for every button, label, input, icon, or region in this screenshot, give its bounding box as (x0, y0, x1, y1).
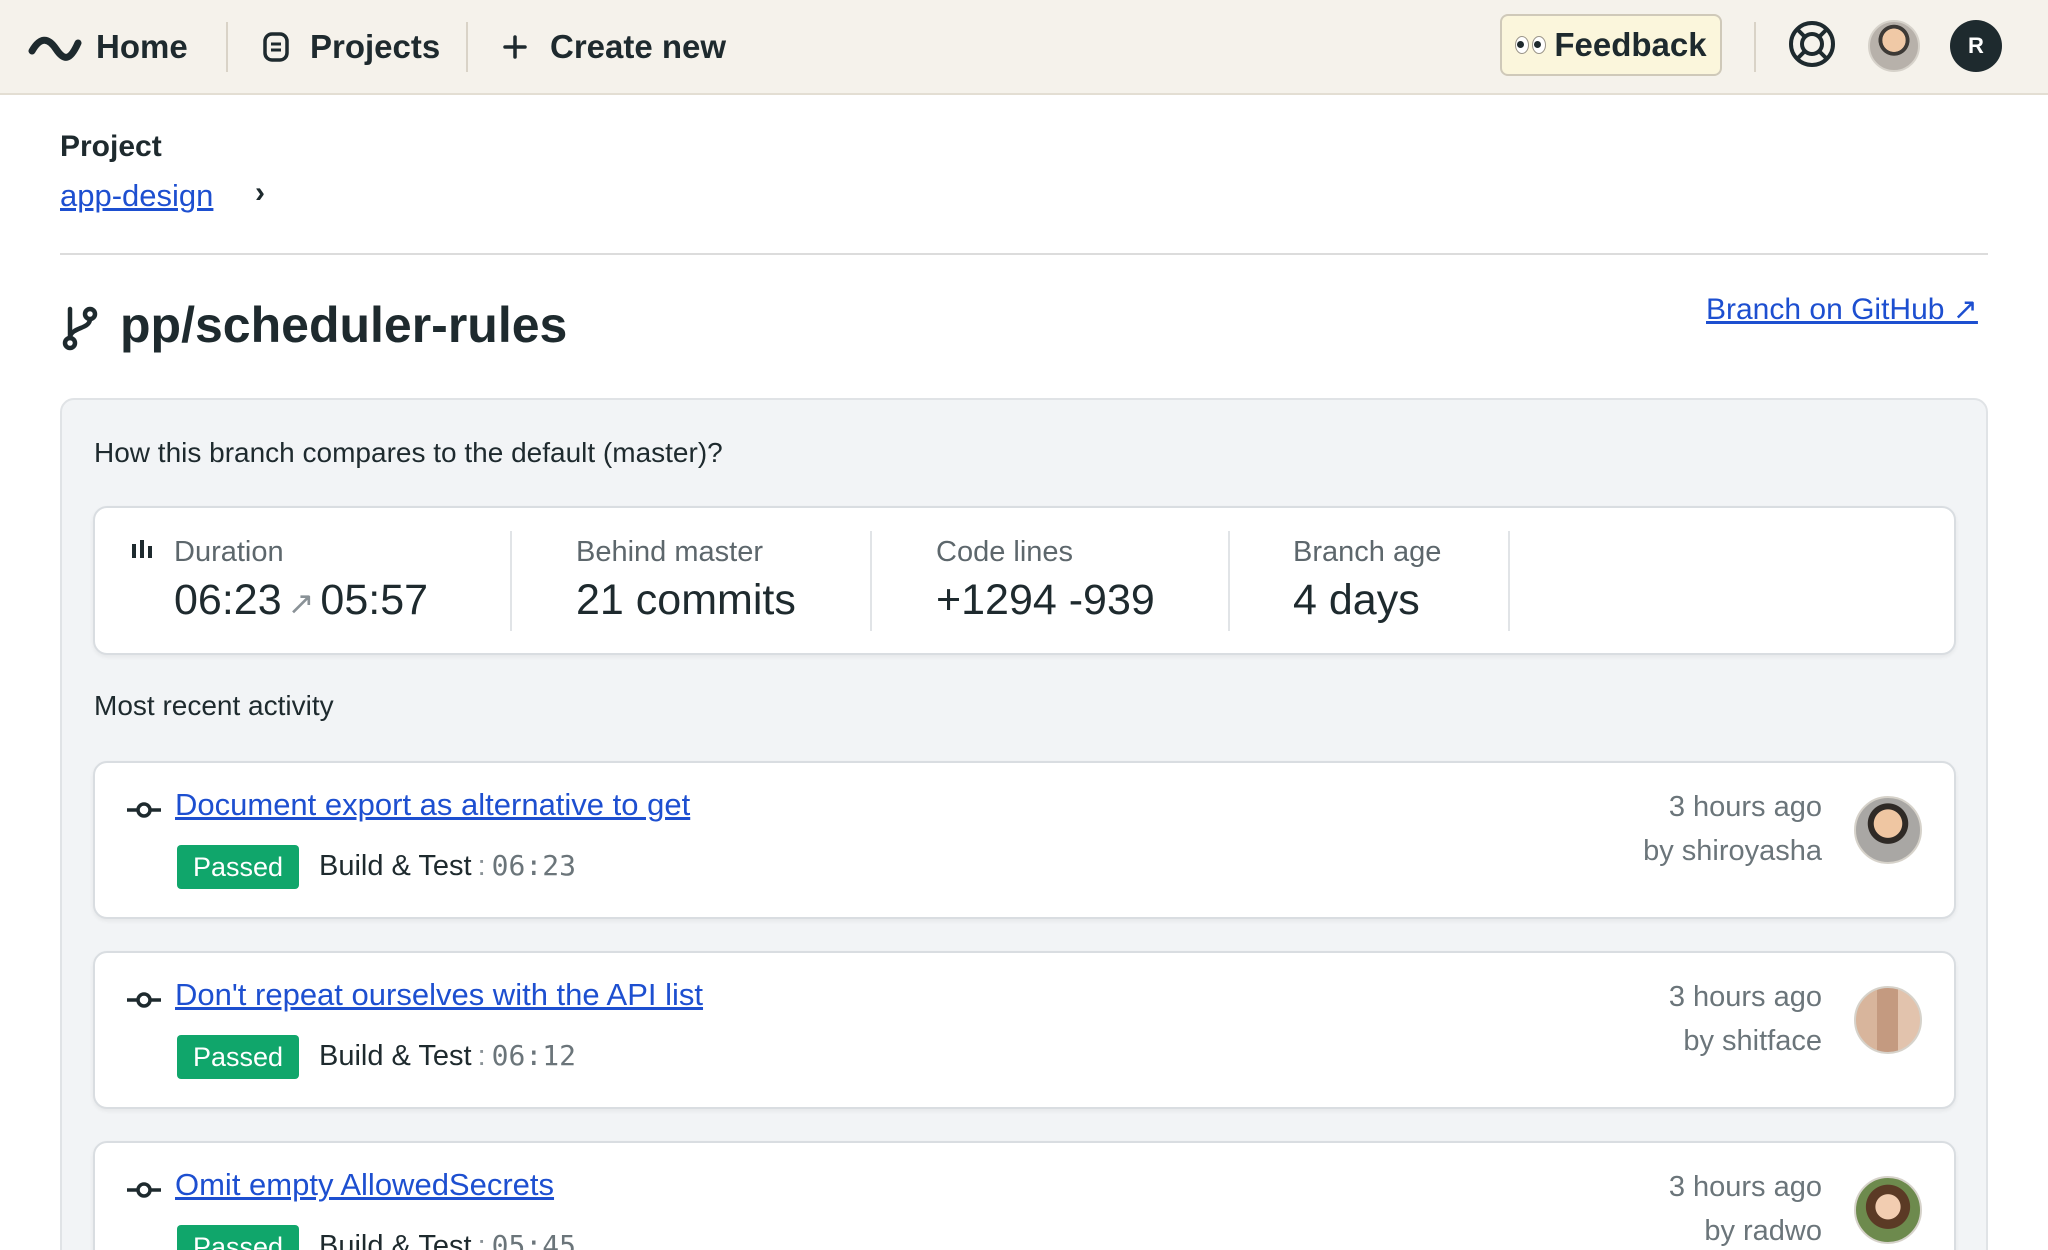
nav-divider (1754, 22, 1756, 72)
activity-time: 3 hours ago (1668, 981, 1822, 1013)
duration-label: Duration (174, 536, 284, 568)
home-link[interactable]: Home (28, 22, 188, 72)
branch-title: pp/scheduler-rules (120, 297, 568, 353)
stat-divider (1508, 531, 1510, 631)
activity-item: Omit empty AllowedSecrets Passed Build &… (93, 1141, 1956, 1250)
author-avatar (1854, 796, 1922, 864)
nav-divider (226, 22, 228, 72)
commit-title-link[interactable]: Don't repeat ourselves with the API list (175, 977, 703, 1013)
user-avatar[interactable] (1868, 20, 1920, 72)
branch-icon (60, 305, 100, 356)
header-divider (60, 253, 1988, 255)
top-navigation-bar: Home Projects Create new Feedback R (0, 0, 2048, 95)
activity-author: by shiroyasha (1643, 835, 1822, 867)
commit-icon (127, 990, 161, 1015)
branch-on-github-link[interactable]: Branch on GitHub ↗ (1706, 292, 1978, 327)
behind-master-label: Behind master (576, 536, 763, 568)
commit-title-link[interactable]: Document export as alternative to get (175, 787, 690, 823)
comparison-question: How this branch compares to the default … (94, 437, 723, 468)
duration-to: 05:57 (320, 576, 429, 624)
pipeline-info[interactable]: Build & Test:05:45 (319, 1229, 576, 1250)
home-label: Home (96, 28, 188, 65)
activity-time: 3 hours ago (1668, 1171, 1822, 1203)
code-lines-label: Code lines (936, 536, 1074, 568)
help-lifebuoy-icon (1787, 19, 1837, 74)
stat-divider (510, 531, 512, 631)
pipeline-name: Build & Test (319, 850, 472, 882)
pipeline-name: Build & Test (319, 1230, 472, 1250)
eyes-icon (1515, 36, 1547, 54)
behind-master-value: 21 commits (576, 576, 796, 624)
status-badge: Passed (177, 1035, 300, 1079)
help-button[interactable] (1786, 20, 1838, 72)
projects-label: Projects (310, 28, 441, 65)
pipeline-duration: 06:12 (491, 1039, 576, 1072)
stat-divider (1228, 531, 1230, 631)
organization-avatar[interactable]: R (1950, 20, 2002, 72)
recent-activity-heading: Most recent activity (94, 690, 334, 721)
plus-icon (502, 34, 528, 60)
author-avatar (1854, 1176, 1922, 1244)
feedback-button[interactable]: Feedback (1500, 14, 1722, 76)
status-badge: Passed (177, 1225, 300, 1250)
author-avatar (1854, 986, 1922, 1054)
nav-divider (466, 22, 468, 72)
feedback-label: Feedback (1554, 26, 1707, 63)
breadcrumb-chevron-icon: › (255, 176, 265, 209)
activity-time: 3 hours ago (1668, 791, 1822, 823)
breadcrumb-label: Project (60, 130, 162, 163)
duration-from: 06:23 (174, 576, 282, 624)
activity-item: Don't repeat ourselves with the API list… (93, 951, 1956, 1109)
branch-age-value: 4 days (1293, 576, 1420, 624)
activity-author: by radwo (1704, 1215, 1822, 1247)
activity-item: Document export as alternative to get Pa… (93, 761, 1956, 919)
pipeline-separator: : (477, 850, 486, 882)
commit-icon (127, 1180, 161, 1205)
pipeline-info[interactable]: Build & Test:06:23 (319, 849, 576, 883)
pipeline-separator: : (477, 1040, 486, 1072)
commit-title-link[interactable]: Omit empty AllowedSecrets (175, 1167, 554, 1203)
projects-icon (262, 31, 290, 63)
stat-divider (870, 531, 872, 631)
semaphore-logo-icon (28, 27, 82, 67)
code-lines-value: +1294 -939 (936, 576, 1155, 624)
duration-value: 06:23 ↗ 05:57 (174, 576, 428, 625)
breadcrumb-project-link[interactable]: app-design (60, 178, 213, 214)
pipeline-info[interactable]: Build & Test:06:12 (319, 1039, 576, 1073)
pipeline-name: Build & Test (319, 1040, 472, 1072)
branch-age-label: Branch age (1293, 536, 1442, 568)
trend-arrow-icon: ↗ (287, 584, 315, 621)
pipeline-duration: 06:23 (491, 849, 576, 882)
organization-initial: R (1968, 33, 1984, 58)
projects-link[interactable]: Projects (262, 22, 440, 72)
activity-author: by shitface (1683, 1025, 1822, 1057)
pipeline-duration: 05:45 (491, 1229, 576, 1250)
commit-icon (127, 800, 161, 825)
status-badge: Passed (177, 845, 300, 889)
create-new-link[interactable]: Create new (502, 22, 726, 72)
create-new-label: Create new (550, 28, 727, 65)
bar-chart-icon (130, 538, 154, 565)
pipeline-separator: : (477, 1230, 486, 1250)
